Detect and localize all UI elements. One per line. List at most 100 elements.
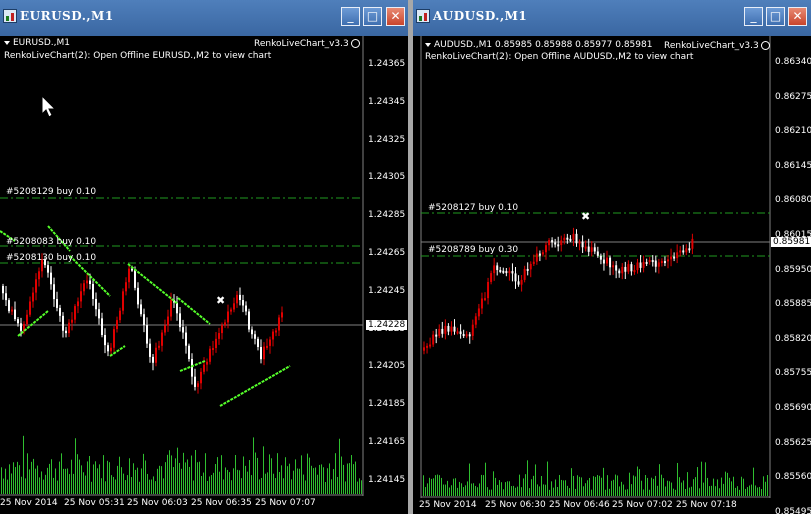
volume-bar [529,488,530,496]
candle-body [215,338,217,349]
volume-bar [305,480,306,494]
close-button[interactable]: ✕ [386,7,405,26]
volume-bar [225,467,226,494]
candle-body [563,237,566,241]
volume-bar [649,489,650,496]
volume-bar [747,487,748,496]
candle-body [251,329,253,335]
minimize-button[interactable]: _ [341,7,360,26]
volume-bar [473,483,474,496]
chart-area[interactable]: ✖ EURUSD.,M1 RenkoLiveChart(2): Open Off… [0,36,408,514]
volume-bar [471,483,472,496]
volume-bar [427,483,428,496]
volume-bar [7,479,8,494]
volume-bar [509,481,510,496]
volume-bar [749,485,750,496]
price-scale-label: 0.86275 [775,91,811,102]
candle-body [471,324,474,336]
volume-bar [61,453,62,494]
volume-bar [527,460,528,496]
candle-body [636,262,639,271]
candle-body [62,315,64,331]
candle-body [459,331,462,335]
maximize-button[interactable]: □ [766,7,785,26]
candle-body [257,338,259,348]
volume-bar [345,481,346,494]
volume-bar [611,480,612,496]
volume-bar [145,460,146,494]
volume-bar [697,467,698,496]
candle-body [499,270,502,273]
volume-bar [727,472,728,496]
volume-bar [677,462,678,496]
volume-bar [157,468,158,494]
volume-bar [717,479,718,496]
price-chart-svg[interactable]: ✖ [0,36,408,514]
candle-body [122,291,124,311]
volume-bar [355,461,356,494]
title-bar[interactable]: AUDUSD.,M1 _ □ ✕ [413,0,811,36]
volume-bar [575,488,576,496]
candle-body [80,291,82,302]
volume-bar [77,454,78,494]
price-scale-label: 1.24305 [368,172,406,183]
candle-body [438,328,441,336]
chart-window-eurusd[interactable]: EURUSD.,M1 _ □ ✕ ✖ EURUSD.,M1 RenkoLiveC… [0,0,408,514]
close-button[interactable]: ✕ [788,7,807,26]
volume-bar [691,486,692,496]
volume-bar [493,471,494,496]
minimize-button[interactable]: _ [744,7,763,26]
candle-body [477,308,480,317]
volume-bar [251,475,252,494]
volume-bar [647,477,648,496]
price-scale-label: 1.24285 [368,210,406,221]
candle-body [98,309,100,319]
volume-bar [533,475,534,496]
chart-window-audusd[interactable]: AUDUSD.,M1 _ □ ✕ ✖ AUDUSD.,M1 0.85985 0.… [413,0,811,514]
volume-bar [143,453,144,494]
candle-body [480,298,483,309]
candle-body [599,255,602,260]
candle-body [551,240,554,243]
candle-body [164,325,166,333]
volume-bar [285,457,286,494]
title-bar[interactable]: EURUSD.,M1 _ □ ✕ [0,0,408,36]
volume-bar [683,480,684,496]
candle-body [596,251,599,256]
chart-area[interactable]: ✖ AUDUSD.,M1 0.85985 0.85988 0.85977 0.8… [413,36,811,514]
volume-bar [721,477,722,496]
volume-bar [215,464,216,494]
volume-bar [715,486,716,496]
volume-bar [541,476,542,496]
volume-bar [665,486,666,496]
volume-bar [343,464,344,494]
candle-body [194,376,196,387]
candle-body [26,314,28,324]
volume-bar [641,480,642,496]
volume-bar [27,453,28,494]
candle-body [606,257,608,264]
volume-bar [267,472,268,494]
volume-bar [273,473,274,494]
volume-bar [517,486,518,496]
candle-body [47,265,49,273]
candle-body [167,316,169,326]
price-scale-label: 0.85885 [775,299,811,310]
price-chart-svg[interactable]: ✖ [413,36,811,514]
chart-symbol: AUDUSD.,M1 [434,40,493,50]
candle-body [68,322,70,334]
volume-bar [113,476,114,494]
candle-body [581,241,584,248]
volume-bar [729,477,730,496]
mouse-cursor-icon [41,94,57,118]
indicator-name: RenkoLiveChart_v3.3 [664,41,759,51]
volume-bar [655,475,656,496]
candle-body [200,371,202,384]
candle-body [520,279,523,285]
volume-bar [743,478,744,496]
volume-bar [75,438,76,494]
volume-bar [765,481,766,496]
volume-bar [703,482,704,496]
volume-bar [553,487,554,496]
maximize-button[interactable]: □ [363,7,382,26]
